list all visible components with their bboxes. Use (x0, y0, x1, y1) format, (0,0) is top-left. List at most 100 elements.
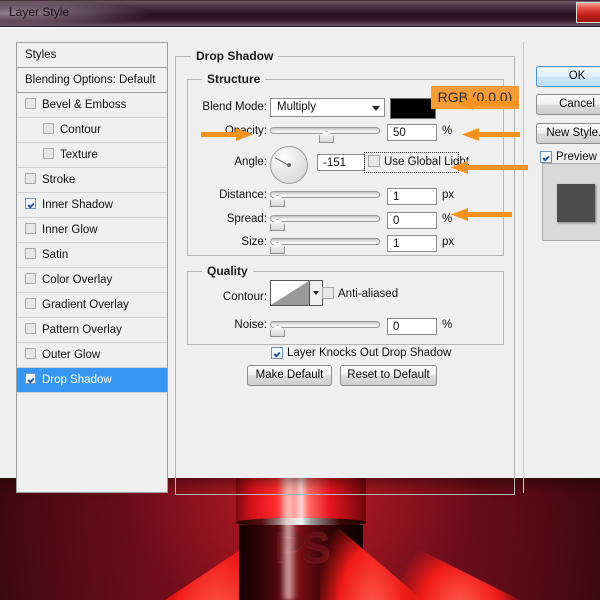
drop-shadow-group-label: Drop Shadow (191, 49, 278, 63)
checkbox-satin[interactable] (25, 248, 36, 259)
checkbox-inner-glow[interactable] (25, 223, 36, 234)
sidebar-item-contour[interactable]: Contour (17, 118, 167, 143)
cancel-button[interactable]: Cancel (536, 94, 600, 115)
checkbox-preview[interactable] (540, 151, 552, 163)
arrow-shaft (465, 165, 528, 170)
sidebar-item-satin[interactable]: Satin (17, 243, 167, 268)
blend-mode-value: Multiply (277, 101, 316, 113)
checkbox-gradient-overlay[interactable] (25, 298, 36, 309)
reset-to-default-button[interactable]: Reset to Default (340, 365, 437, 386)
opacity-slider[interactable] (270, 126, 380, 140)
styles-list-header[interactable]: Styles (17, 43, 167, 68)
checkbox-drop-shadow[interactable] (25, 373, 36, 384)
blending-options-label: Blending Options: Default (25, 74, 155, 86)
checkbox-use-global-light[interactable] (368, 155, 380, 167)
checkbox-color-overlay[interactable] (25, 273, 36, 284)
sidebar-item-color-overlay[interactable]: Color Overlay (17, 268, 167, 293)
checkbox-texture[interactable] (43, 148, 54, 159)
structure-group-label: Structure (202, 72, 265, 86)
size-input[interactable]: 1 (387, 235, 437, 252)
sidebar-item-label: Inner Shadow (42, 199, 113, 211)
sidebar-item-inner-shadow[interactable]: Inner Shadow (17, 193, 167, 218)
checkbox-outer-glow[interactable] (25, 348, 36, 359)
sidebar-item-label: Stroke (42, 174, 75, 186)
distance-slider[interactable] (270, 190, 380, 204)
arrow-head (451, 208, 468, 221)
sidebar-item-inner-glow[interactable]: Inner Glow (17, 218, 167, 243)
layer-knocks-out-label: Layer Knocks Out Drop Shadow (287, 347, 487, 359)
spread-slider-track (270, 215, 380, 222)
distance-unit: px (442, 189, 454, 201)
arrow-head (462, 128, 479, 141)
size-label: Size: (187, 236, 267, 248)
shadow-color-swatch[interactable] (390, 98, 436, 119)
angle-hub (287, 163, 291, 167)
photoshop-screen: PS Layer Style Styles Blending Options: … (0, 0, 600, 600)
sidebar-item-blending-options[interactable]: Blending Options: Default (17, 68, 167, 93)
distance-label: Distance: (187, 189, 267, 201)
sidebar-item-label: Bevel & Emboss (42, 99, 126, 111)
preview-thumbnail (542, 163, 600, 241)
blend-mode-label: Blend Mode: (187, 101, 267, 113)
sidebar-item-texture[interactable]: Texture (17, 143, 167, 168)
contour-curve-icon (271, 281, 309, 305)
ok-button[interactable]: OK (536, 66, 600, 87)
arrow-global-light (462, 128, 520, 141)
distance-slider-track (270, 191, 380, 198)
spread-slider[interactable] (270, 214, 380, 228)
checkbox-stroke[interactable] (25, 173, 36, 184)
sidebar-item-label: Outer Glow (42, 349, 100, 361)
sidebar-item-drop-shadow[interactable]: Drop Shadow (17, 368, 167, 393)
contour-label: Contour: (187, 291, 267, 303)
anti-aliased-label: Anti-aliased (338, 288, 428, 300)
sidebar-item-label: Texture (60, 149, 98, 161)
angle-dial[interactable] (270, 146, 308, 184)
noise-label: Noise: (187, 319, 267, 331)
arrow-shaft (201, 132, 241, 137)
checkbox-bevel-emboss[interactable] (25, 98, 36, 109)
sidebar-item-bevel-emboss[interactable]: Bevel & Emboss (17, 93, 167, 118)
sidebar-item-pattern-overlay[interactable]: Pattern Overlay (17, 318, 167, 343)
styles-list-panel: Styles Blending Options: Default Bevel &… (16, 42, 168, 493)
new-style-button[interactable]: New Style... (536, 123, 600, 144)
sidebar-item-label: Satin (42, 249, 68, 261)
arrow-head (236, 128, 253, 141)
angle-input[interactable]: -151 (317, 154, 365, 171)
checkbox-inner-shadow[interactable] (25, 198, 36, 209)
arrow-angle (201, 128, 253, 141)
angle-label: Angle: (187, 156, 267, 168)
styles-header-label: Styles (25, 49, 56, 61)
opacity-input[interactable]: 50 (387, 124, 437, 141)
size-slider-track (270, 238, 380, 245)
size-slider[interactable] (270, 237, 380, 251)
noise-input[interactable]: 0 (387, 318, 437, 335)
sidebar-item-stroke[interactable]: Stroke (17, 168, 167, 193)
arrow-shaft (465, 212, 512, 217)
sidebar-item-label: Contour (60, 124, 101, 136)
dialog-title: Layer Style (9, 5, 69, 19)
dialog-titlebar[interactable]: Layer Style (0, 1, 600, 27)
noise-unit: % (442, 319, 452, 331)
sidebar-item-label: Inner Glow (42, 224, 98, 236)
distance-input[interactable]: 1 (387, 188, 437, 205)
close-icon[interactable] (576, 2, 600, 23)
arrow-head (457, 97, 474, 110)
noise-slider[interactable] (270, 320, 380, 334)
contour-swatch[interactable] (270, 280, 310, 306)
blend-mode-select[interactable]: Multiply (270, 98, 385, 117)
make-default-button[interactable]: Make Default (247, 365, 332, 386)
size-unit: px (442, 236, 454, 248)
sidebar-item-outer-glow[interactable]: Outer Glow (17, 343, 167, 368)
layer-style-dialog: Layer Style Styles Blending Options: Def… (0, 0, 600, 478)
checkbox-layer-knocks-out[interactable] (271, 347, 283, 359)
checkbox-contour[interactable] (43, 123, 54, 134)
checkbox-pattern-overlay[interactable] (25, 323, 36, 334)
quality-group-label: Quality (202, 264, 253, 278)
preview-swatch (557, 184, 595, 222)
spread-input[interactable]: 0 (387, 212, 437, 229)
arrow-shaft (471, 101, 519, 106)
arrow-head (451, 161, 468, 174)
sidebar-item-gradient-overlay[interactable]: Gradient Overlay (17, 293, 167, 318)
sidebar-item-label: Pattern Overlay (42, 324, 122, 336)
checkbox-anti-aliased[interactable] (322, 287, 334, 299)
